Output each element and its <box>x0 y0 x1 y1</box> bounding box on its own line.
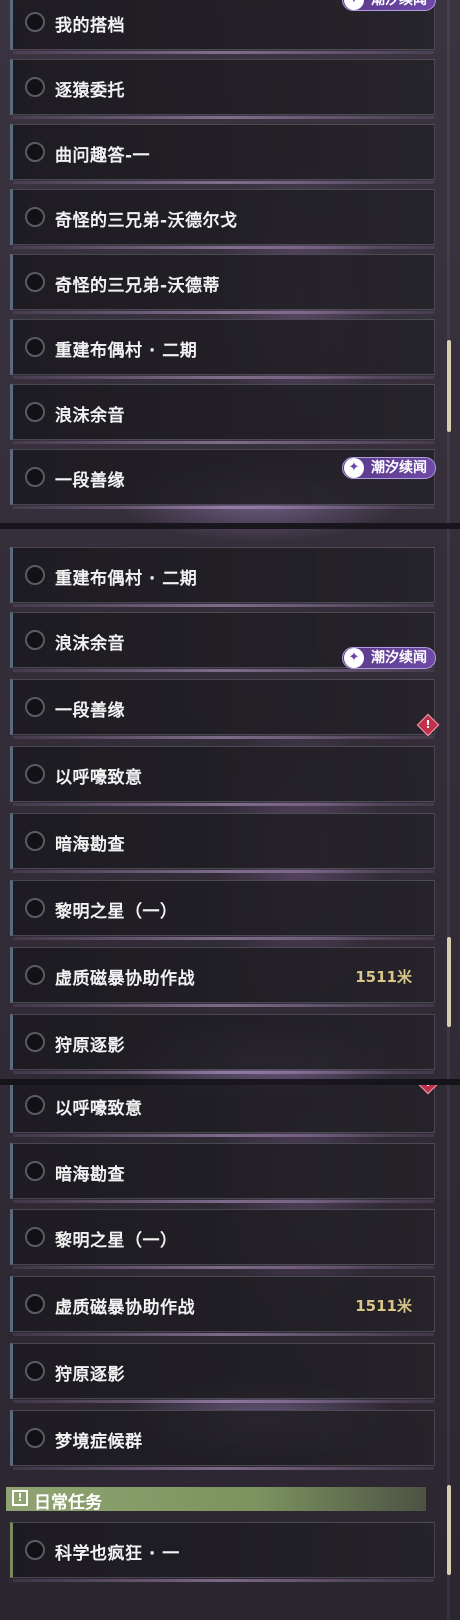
quest-label: 一段善缘 <box>55 701 125 721</box>
radio-circle-icon[interactable] <box>25 565 45 585</box>
badge-label: 潮汐续闻 <box>371 0 427 8</box>
distance-label: 1511米 <box>355 1297 412 1315</box>
quest-list-panel-1: 我的搭档 逐猿委托 曲问趣答-一 奇怪的三兄弟-沃德尔戈 奇怪的三兄弟-沃德蒂 … <box>0 0 460 523</box>
quest-row[interactable]: 虚质磁暴协助作战 1511米 <box>10 1276 435 1336</box>
distance-label: 1511米 <box>355 968 412 986</box>
daily-quests-section-header[interactable]: ! 日常任务 <box>6 1487 426 1513</box>
quest-label: 一段善缘 <box>55 471 125 491</box>
quest-row[interactable]: 奇怪的三兄弟-沃德蒂 <box>10 254 435 314</box>
radio-circle-icon[interactable] <box>25 764 45 784</box>
quest-row[interactable]: 以呼嚎致意 <box>10 1085 435 1137</box>
tide-story-badge: ✦ 潮汐续闻 <box>342 457 436 479</box>
quest-label: 以呼嚎致意 <box>55 768 143 788</box>
radio-circle-icon[interactable] <box>25 402 45 422</box>
quest-label: 暗海勘查 <box>55 1165 125 1185</box>
quest-row[interactable]: 一段善缘 <box>10 679 435 739</box>
quest-label: 以呼嚎致意 <box>55 1099 143 1119</box>
badge-label: 潮汐续闻 <box>371 460 427 476</box>
quest-label: 虚质磁暴协助作战 <box>55 1298 195 1318</box>
quest-label: 逐猿委托 <box>55 81 125 101</box>
quest-label: 黎明之星（一） <box>55 902 178 922</box>
quest-row[interactable]: 暗海勘查 <box>10 1143 435 1203</box>
quest-label: 梦境症候群 <box>55 1432 143 1452</box>
tide-story-badge: ✦ 潮汐续闻 <box>342 647 436 669</box>
quest-label: 曲问趣答-一 <box>55 146 151 166</box>
radio-circle-icon[interactable] <box>25 697 45 717</box>
quest-row[interactable]: 重建布偶村 · 二期 <box>10 547 435 607</box>
quest-label: 重建布偶村 · 二期 <box>55 341 198 361</box>
exclamation-box-icon: ! <box>12 1490 28 1506</box>
radio-circle-icon[interactable] <box>25 1227 45 1247</box>
quest-row[interactable]: 逐猿委托 <box>10 59 435 119</box>
daily-quest-row[interactable]: 科学也疯狂 · 一 <box>10 1522 435 1582</box>
scrollbar-thumb[interactable] <box>447 1485 451 1575</box>
radio-circle-icon[interactable] <box>25 1095 45 1115</box>
radio-circle-icon[interactable] <box>25 831 45 851</box>
quest-row[interactable]: 曲问趣答-一 <box>10 124 435 184</box>
quest-label: 奇怪的三兄弟-沃德蒂 <box>55 276 221 296</box>
radio-circle-icon[interactable] <box>25 1032 45 1052</box>
radio-circle-icon[interactable] <box>25 1161 45 1181</box>
radio-circle-icon[interactable] <box>25 965 45 985</box>
quest-label: 虚质磁暴协助作战 <box>55 969 195 989</box>
quest-row[interactable]: 狩原逐影 <box>10 1343 435 1403</box>
scrollbar-thumb[interactable] <box>447 937 451 1027</box>
quest-label: 浪沫余音 <box>55 634 125 654</box>
quest-list-panel-2: 重建布偶村 · 二期 浪沫余音 一段善缘 以呼嚎致意 暗海勘查 黎明之星（一） … <box>0 529 460 1079</box>
radio-circle-icon[interactable] <box>25 467 45 487</box>
quest-row[interactable]: 狩原逐影 <box>10 1014 435 1074</box>
quest-label: 暗海勘查 <box>55 835 125 855</box>
quest-row[interactable]: 以呼嚎致意 <box>10 746 435 806</box>
radio-circle-icon[interactable] <box>25 77 45 97</box>
scrollbar-thumb[interactable] <box>447 340 451 432</box>
tide-story-badge: ✦ 潮汐续闻 <box>342 0 436 11</box>
quest-row[interactable]: 虚质磁暴协助作战 1511米 <box>10 947 435 1007</box>
radio-circle-icon[interactable] <box>25 898 45 918</box>
radio-circle-icon[interactable] <box>25 1361 45 1381</box>
quest-label: 重建布偶村 · 二期 <box>55 569 198 589</box>
radio-circle-icon[interactable] <box>25 1294 45 1314</box>
quest-label: 我的搭档 <box>55 16 125 36</box>
scrollbar-track[interactable] <box>447 0 450 523</box>
radio-circle-icon[interactable] <box>25 142 45 162</box>
radio-circle-icon[interactable] <box>25 1540 45 1560</box>
quest-label: 狩原逐影 <box>55 1036 125 1056</box>
section-title: 日常任务 <box>34 1493 102 1513</box>
radio-circle-icon[interactable] <box>25 12 45 32</box>
badge-label: 潮汐续闻 <box>371 650 427 666</box>
spiral-icon: ✦ <box>344 458 364 478</box>
quest-row[interactable]: 浪沫余音 <box>10 384 435 444</box>
quest-label: 浪沫余音 <box>55 406 125 426</box>
quest-label: 科学也疯狂 · 一 <box>55 1544 180 1564</box>
radio-circle-icon[interactable] <box>25 1428 45 1448</box>
quest-row[interactable]: 暗海勘查 <box>10 813 435 873</box>
quest-row[interactable]: 梦境症候群 <box>10 1410 435 1470</box>
quest-row[interactable]: 奇怪的三兄弟-沃德尔戈 <box>10 189 435 249</box>
spiral-icon: ✦ <box>344 648 364 668</box>
quest-row[interactable]: 重建布偶村 · 二期 <box>10 319 435 379</box>
quest-label: 奇怪的三兄弟-沃德尔戈 <box>55 211 238 231</box>
quest-label: 狩原逐影 <box>55 1365 125 1385</box>
radio-circle-icon[interactable] <box>25 272 45 292</box>
radio-circle-icon[interactable] <box>25 337 45 357</box>
quest-row[interactable]: 黎明之星（一） <box>10 1209 435 1269</box>
quest-row[interactable]: 黎明之星（一） <box>10 880 435 940</box>
radio-circle-icon[interactable] <box>25 207 45 227</box>
quest-label: 黎明之星（一） <box>55 1231 178 1251</box>
spiral-icon: ✦ <box>344 0 364 10</box>
radio-circle-icon[interactable] <box>25 630 45 650</box>
